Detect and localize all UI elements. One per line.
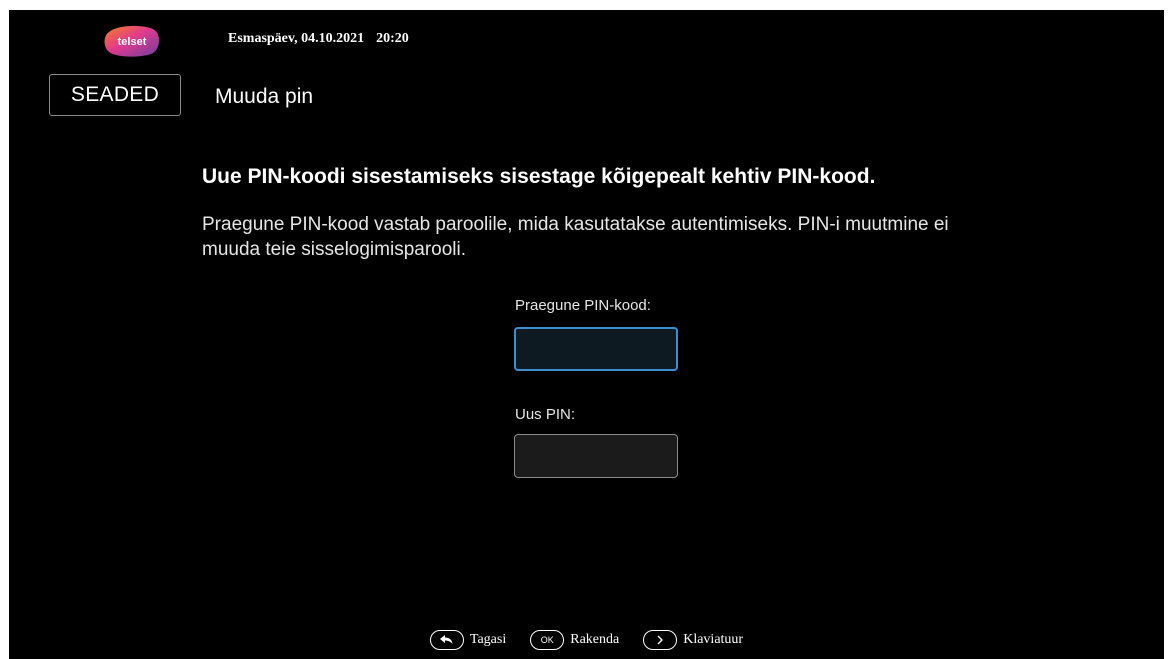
apply-hint[interactable]: OK Rakenda xyxy=(530,630,619,650)
back-label: Tagasi xyxy=(469,632,507,647)
chevron-right-icon xyxy=(643,630,678,650)
instruction-description: Praegune PIN-kood vastab paroolile, mida… xyxy=(202,214,949,260)
keyboard-hint[interactable]: Klaviatuur xyxy=(643,630,743,650)
remote-hints-bar: Tagasi OK Rakenda Klaviatuur xyxy=(9,627,1164,653)
current-date: Esmaspäev, 04.10.2021 xyxy=(228,31,365,46)
tv-settings-screen: telset Esmaspäev, 04.10.2021 20:20 SEADED… xyxy=(9,10,1164,659)
ok-icon: OK xyxy=(530,630,565,650)
current-pin-input[interactable] xyxy=(514,327,678,371)
section-label: SEADED xyxy=(49,74,181,116)
back-hint[interactable]: Tagasi xyxy=(429,630,507,650)
page-title: Muuda pin xyxy=(215,85,314,108)
apply-label: Rakenda xyxy=(570,632,620,647)
instruction-heading: Uue PIN-koodi sisestamiseks sisestage kõ… xyxy=(202,165,876,188)
current-pin-label: Praegune PIN-kood: xyxy=(515,297,651,314)
date-time: Esmaspäev, 04.10.2021 20:20 xyxy=(228,31,409,47)
logo-text: telset xyxy=(118,36,147,48)
new-pin-input[interactable] xyxy=(514,434,678,478)
current-time: 20:20 xyxy=(376,31,409,46)
back-arrow-icon xyxy=(429,630,464,650)
keyboard-label: Klaviatuur xyxy=(683,632,744,647)
new-pin-label: Uus PIN: xyxy=(515,406,576,423)
telset-logo: telset xyxy=(101,24,163,58)
